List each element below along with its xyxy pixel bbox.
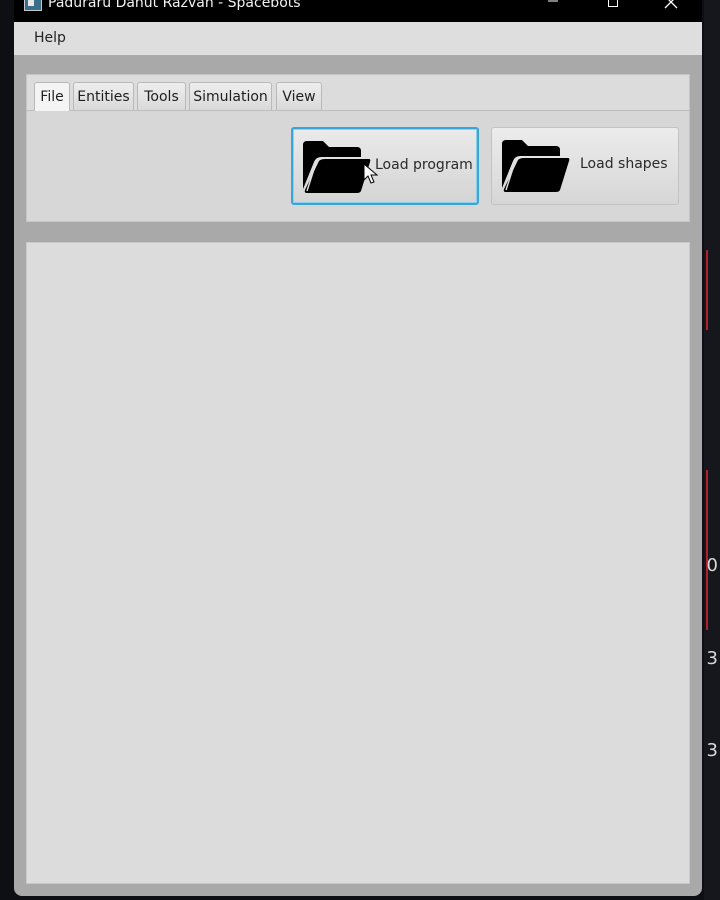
tab-tools[interactable]: Tools <box>137 82 186 110</box>
close-icon <box>664 0 678 9</box>
tab-file[interactable]: File <box>34 82 70 111</box>
app-icon <box>24 0 42 11</box>
tab-entities[interactable]: Entities <box>73 82 134 110</box>
maximize-button[interactable] <box>590 0 636 14</box>
ribbon-panel: File Entities Tools Simulation View Load… <box>26 74 690 222</box>
minimize-button[interactable] <box>530 0 576 14</box>
minimize-icon <box>548 0 558 2</box>
tab-simulation[interactable]: Simulation <box>189 82 272 110</box>
load-program-button[interactable]: Load program <box>291 127 479 205</box>
tab-strip: File Entities Tools Simulation View <box>27 75 689 111</box>
background-window-strip: 0 3 3 <box>704 0 720 900</box>
background-glyph: 0 <box>706 555 718 576</box>
menu-bar: Help <box>14 22 702 55</box>
tab-view[interactable]: View <box>276 82 322 110</box>
background-red-line <box>706 250 708 330</box>
folder-open-icon <box>502 140 570 192</box>
title-bar[interactable]: Paduraru Danut Razvan - Spacebots <box>14 0 702 22</box>
load-program-label: Load program <box>375 157 473 173</box>
close-button[interactable] <box>648 0 694 14</box>
app-window: Paduraru Danut Razvan - Spacebots Help F… <box>14 0 702 896</box>
folder-open-icon <box>303 141 371 193</box>
background-glyph: 3 <box>706 740 718 761</box>
maximize-icon <box>608 0 618 7</box>
window-title: Paduraru Danut Razvan - Spacebots <box>48 0 301 11</box>
menu-help[interactable]: Help <box>34 30 66 46</box>
load-shapes-button[interactable]: Load shapes <box>491 127 679 205</box>
load-shapes-label: Load shapes <box>580 156 668 172</box>
background-red-line <box>706 470 708 630</box>
background-glyph: 3 <box>706 648 718 669</box>
desktop: 0 3 3 Paduraru Danut Razvan - Spacebots <box>0 0 720 900</box>
simulation-canvas[interactable] <box>26 242 690 884</box>
